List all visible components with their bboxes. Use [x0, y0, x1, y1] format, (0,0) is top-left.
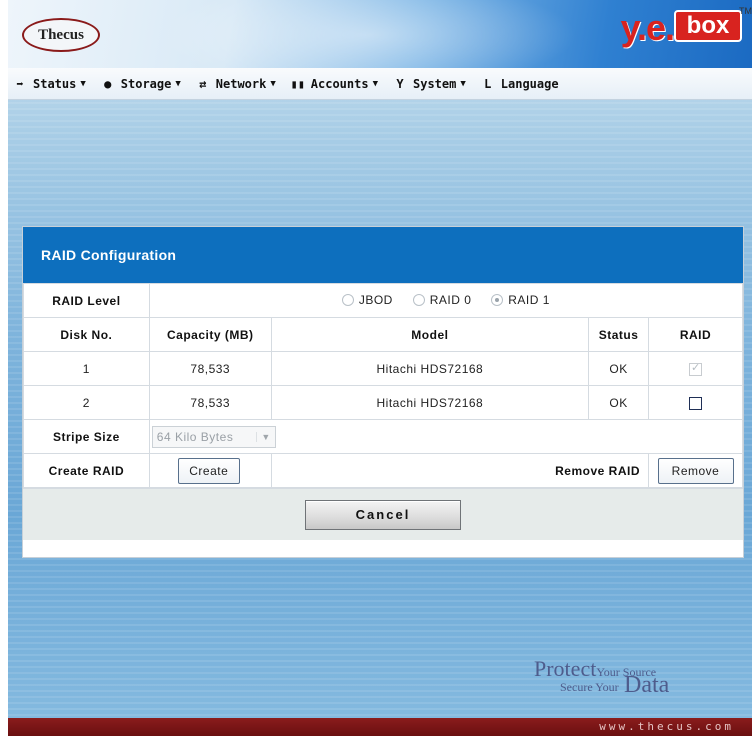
disk-1-raid-checkbox — [689, 361, 702, 376]
radio-raid0[interactable]: RAID 0 — [412, 292, 472, 307]
chevron-down-icon: ▼ — [270, 78, 276, 89]
stripe-size-cell: 64 Kilo Bytes ▼ — [148, 419, 744, 454]
stripe-size-row: Stripe Size 64 Kilo Bytes ▼ — [23, 419, 744, 454]
raid-table: RAID Level JBOD RAID 0 RAID 1 Disk No. C… — [23, 283, 744, 488]
network-icon: ⇄ — [199, 76, 207, 91]
remove-cell: Remove — [648, 453, 743, 488]
menu-network-label: Network — [215, 76, 267, 91]
chevron-down-icon: ▼ — [460, 78, 466, 89]
radio-button[interactable] — [491, 293, 504, 306]
slogan-secure-your: Secure Your — [560, 680, 619, 694]
chevron-down-icon: ▼ — [80, 78, 86, 89]
radio-button[interactable] — [341, 293, 354, 306]
radio-button[interactable] — [412, 293, 425, 306]
stripe-size-value: 64 Kilo Bytes — [156, 429, 234, 444]
actions-row: Cancel — [23, 488, 743, 540]
chevron-down-icon: ▼ — [175, 78, 181, 89]
cancel-button[interactable]: Cancel — [305, 499, 461, 530]
menu-storage-label: Storage — [120, 76, 172, 91]
radio-raid0-label: RAID 0 — [429, 292, 472, 307]
raid-level-row: RAID Level JBOD RAID 0 RAID 1 — [23, 283, 744, 318]
create-cell: Create — [148, 453, 272, 488]
create-raid-label: Create RAID — [23, 453, 150, 488]
chevron-down-icon: ▼ — [256, 431, 270, 442]
slogan-protect-word: Protect — [534, 656, 597, 681]
menu-storage[interactable]: ● Storage ▼ — [100, 77, 181, 91]
header-banner: Thecus y.e.s. box TM — [8, 0, 752, 90]
table-row: 2 78,533 Hitachi HDS72168 OK — [23, 385, 743, 420]
col-disk-no: Disk No. — [23, 317, 150, 352]
menu-language[interactable]: L Language — [480, 76, 559, 91]
remove-button[interactable]: Remove — [657, 457, 734, 484]
raid-cell — [648, 351, 743, 386]
menu-accounts[interactable]: ▮▮ Accounts ▼ — [290, 77, 378, 91]
page-margin — [0, 0, 8, 736]
menu-language-label: Language — [500, 76, 559, 91]
col-status: Status — [588, 317, 649, 352]
radio-raid1[interactable]: RAID 1 — [491, 293, 550, 307]
create-remove-row: Create RAID Create Remove RAID Remove — [23, 453, 743, 488]
create-button[interactable]: Create — [177, 457, 240, 484]
panel-title: RAID Configuration — [23, 227, 743, 283]
disk-2-raid-checkbox[interactable] — [689, 396, 702, 410]
radio-raid1-label: RAID 1 — [508, 292, 550, 307]
col-capacity: Capacity (MB) — [148, 317, 272, 352]
capacity-cell: 78,533 — [148, 351, 272, 386]
storage-icon: ● — [104, 76, 112, 91]
model-cell: Hitachi HDS72168 — [270, 385, 590, 420]
status-cell: OK — [588, 351, 649, 386]
raid-configuration-panel: RAID Configuration RAID Level JBOD RAID … — [22, 226, 744, 558]
raid-level-label: RAID Level — [23, 283, 150, 318]
table-row: 1 78,533 Hitachi HDS72168 OK — [23, 351, 743, 386]
box-logo: box — [674, 10, 742, 42]
stripe-size-label: Stripe Size — [23, 419, 150, 454]
footer-bar: www.thecus.com — [8, 718, 752, 736]
col-raid: RAID — [648, 317, 743, 352]
status-cell: OK — [588, 385, 649, 420]
chevron-down-icon: ▼ — [372, 78, 378, 89]
raid-level-options: JBOD RAID 0 RAID 1 — [148, 283, 744, 318]
slogan-data: Data — [624, 672, 670, 698]
remove-raid-label: Remove RAID — [270, 453, 650, 488]
col-model: Model — [270, 317, 590, 352]
system-icon: Y — [396, 76, 404, 91]
table-header-row: Disk No. Capacity (MB) Model Status RAID — [23, 317, 743, 352]
capacity-cell: 78,533 — [148, 385, 272, 420]
slogan: ProtectYour Source Secure Your Data — [506, 656, 706, 706]
disk-no-cell: 1 — [23, 351, 150, 386]
model-cell: Hitachi HDS72168 — [270, 351, 590, 386]
status-icon: ➡ — [16, 76, 24, 91]
raid-cell — [648, 385, 743, 420]
menu-accounts-label: Accounts — [310, 76, 369, 91]
menu-system-label: System — [413, 76, 457, 91]
menu-system[interactable]: Y System ▼ — [392, 76, 466, 91]
thecus-logo: Thecus — [22, 18, 100, 52]
menu-network[interactable]: ⇄ Network ▼ — [195, 77, 276, 91]
disk-no-cell: 2 — [23, 385, 150, 420]
stripe-size-select: 64 Kilo Bytes ▼ — [151, 425, 276, 448]
menu-status-label: Status — [33, 76, 77, 91]
radio-jbod[interactable]: JBOD — [341, 292, 393, 307]
radio-jbod-label: JBOD — [358, 292, 393, 307]
footer-url: www.thecus.com — [599, 720, 734, 733]
accounts-icon: ▮▮ — [290, 76, 305, 91]
language-icon: L — [484, 76, 492, 91]
menu-status[interactable]: ➡ Status ▼ — [12, 76, 86, 91]
main-menu: ➡ Status ▼ ● Storage ▼ ⇄ Network ▼ ▮▮ Ac… — [8, 68, 752, 100]
trademark-mark: TM — [739, 6, 752, 16]
app-frame: Thecus y.e.s. box TM ➡ Status ▼ ● Storag… — [8, 0, 752, 736]
